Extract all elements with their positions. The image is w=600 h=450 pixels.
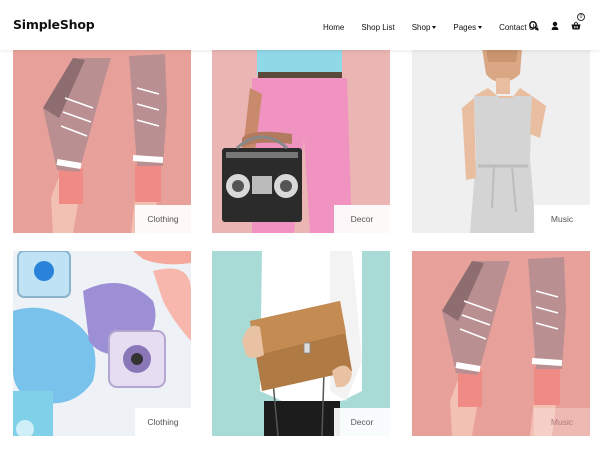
product-category-tile[interactable]: Music — [412, 251, 590, 436]
nav-home-label: Home — [323, 22, 345, 32]
main-nav: Home Shop List Shop Pages Contact Us — [323, 21, 556, 33]
product-category-tile[interactable]: Decor — [212, 48, 390, 233]
product-category-tile[interactable]: Clothing — [13, 251, 191, 436]
nav-shop-list[interactable]: Shop List — [361, 23, 394, 32]
site-logo[interactable]: SimpleShop — [13, 17, 95, 32]
cart-icon[interactable] — [569, 19, 583, 33]
product-category-tile[interactable]: Music — [412, 48, 590, 233]
product-category-tile[interactable]: Clothing — [13, 48, 191, 233]
cart-count-badge: 0 — [577, 13, 585, 21]
page: SimpleShop Home Shop List Shop Pages Con… — [0, 0, 600, 450]
category-label: Decor — [334, 205, 390, 233]
search-icon[interactable] — [527, 19, 541, 33]
nav-shop-label: Shop — [411, 22, 431, 32]
nav-shop[interactable]: Shop — [412, 23, 437, 32]
nav-shop-list-label: Shop List — [361, 22, 395, 32]
nav-pages[interactable]: Pages — [453, 22, 483, 32]
category-label: Music — [534, 205, 590, 233]
product-category-tile[interactable]: Decor — [212, 251, 390, 436]
category-label: Decor — [334, 408, 390, 436]
chevron-down-icon — [432, 26, 437, 29]
category-label: Clothing — [135, 408, 191, 436]
nav-home[interactable]: Home — [323, 23, 344, 32]
category-label: Clothing — [135, 205, 191, 233]
site-header: SimpleShop Home Shop List Shop Pages Con… — [0, 0, 600, 50]
chevron-down-icon — [478, 26, 483, 29]
nav-pages-label: Pages — [453, 22, 477, 32]
user-icon[interactable] — [548, 19, 562, 33]
category-label: Music — [534, 408, 590, 436]
